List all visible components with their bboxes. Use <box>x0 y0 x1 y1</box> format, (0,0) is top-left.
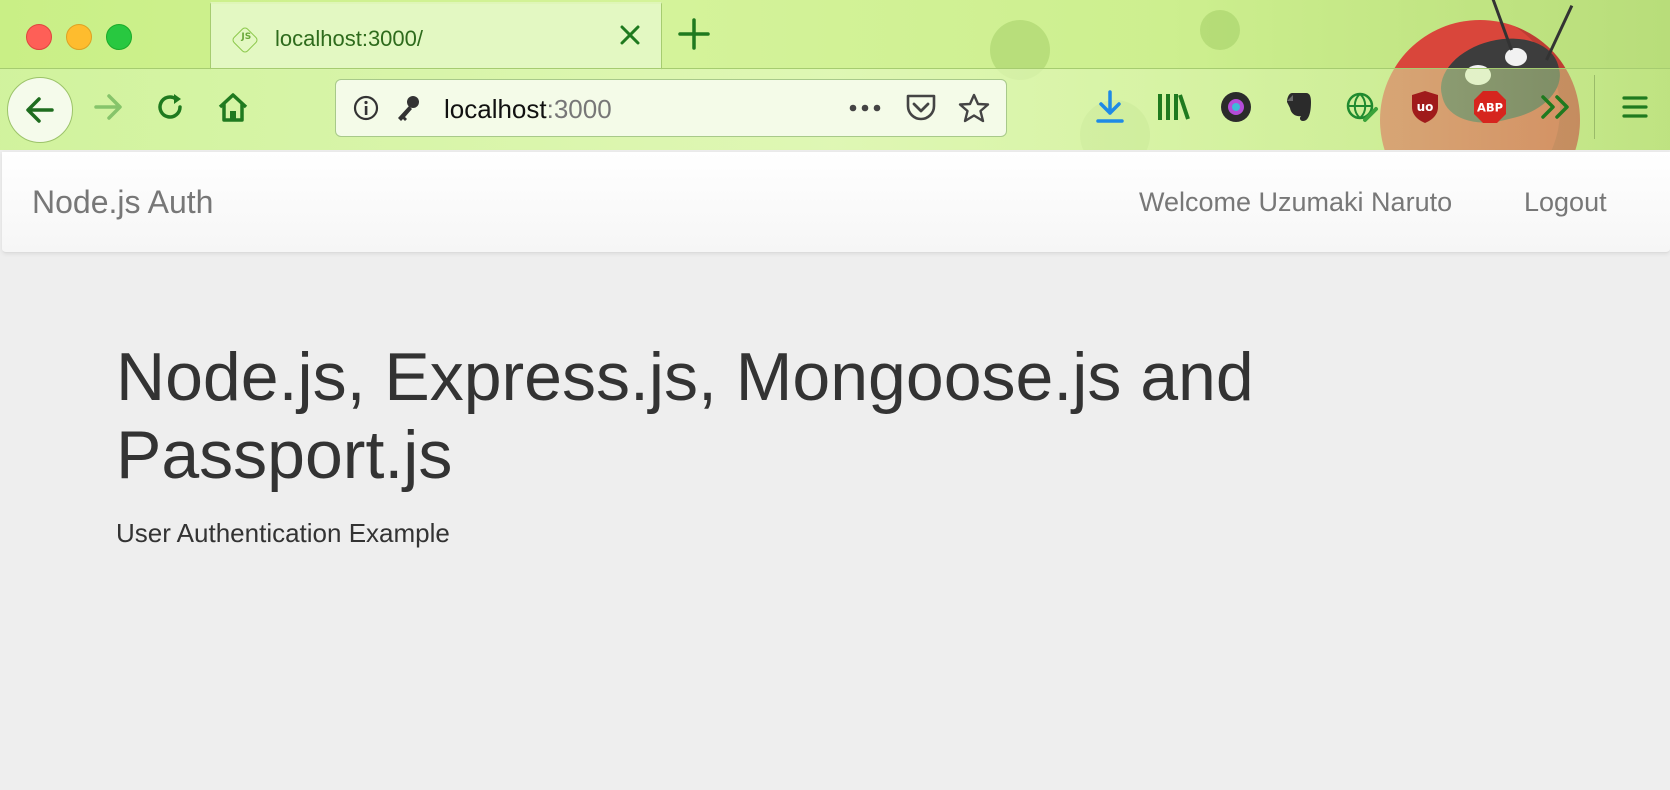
reload-button[interactable] <box>150 87 190 127</box>
hero-subtitle: User Authentication Example <box>116 518 450 548</box>
url-bar[interactable]: localhost:3000 <box>335 79 1007 137</box>
window-close-button[interactable] <box>26 24 52 50</box>
more-icon[interactable] <box>848 98 882 118</box>
ublock-icon: uo <box>1412 91 1438 123</box>
tab-title: localhost:3000/ <box>275 26 423 51</box>
url-host: localhost <box>444 94 547 124</box>
browser-toolbar: localhost:3000 uo ABP <box>0 68 1670 150</box>
library-button[interactable] <box>1153 87 1193 127</box>
brand-link[interactable]: Node.js Auth <box>32 184 213 221</box>
back-button[interactable] <box>7 77 73 143</box>
menu-icon <box>1622 96 1648 118</box>
library-icon <box>1158 94 1190 120</box>
url-port: :3000 <box>546 94 612 124</box>
nodejs-favicon-icon: JS <box>230 25 260 55</box>
abp-icon: ABP <box>1474 91 1506 123</box>
forward-button[interactable] <box>88 87 128 127</box>
download-icon <box>1096 90 1124 123</box>
overflow-button[interactable] <box>1536 87 1576 127</box>
window-maximize-button[interactable] <box>106 24 132 50</box>
camera-extension-button[interactable] <box>1216 87 1256 127</box>
globe-extension-button[interactable] <box>1342 87 1382 127</box>
back-icon <box>26 97 54 123</box>
new-tab-icon[interactable] <box>676 16 712 52</box>
overflow-chevron-icon <box>1541 95 1569 119</box>
abp-label: ABP <box>1477 101 1503 115</box>
app-navbar: Node.js Auth Welcome Uzumaki Naruto Logo… <box>2 152 1670 253</box>
home-button[interactable] <box>213 87 253 127</box>
evernote-icon <box>1287 93 1311 121</box>
home-icon <box>218 93 248 122</box>
abp-button[interactable]: ABP <box>1470 87 1510 127</box>
window-minimize-button[interactable] <box>66 24 92 50</box>
evernote-button[interactable] <box>1279 87 1319 127</box>
bookmark-star-icon[interactable] <box>958 92 990 124</box>
key-icon[interactable] <box>392 92 424 124</box>
info-icon[interactable] <box>352 94 380 122</box>
globe-extension-icon <box>1346 92 1378 122</box>
svg-text:uo: uo <box>1417 100 1434 114</box>
downloads-button[interactable] <box>1090 87 1130 127</box>
reload-icon <box>158 94 182 119</box>
forward-icon <box>94 94 122 120</box>
tab-strip: JS localhost:3000/ <box>0 0 1670 70</box>
tab-localhost[interactable]: JS localhost:3000/ <box>210 2 662 70</box>
menu-button[interactable] <box>1615 87 1655 127</box>
url-text[interactable]: localhost:3000 <box>444 94 612 125</box>
ublock-button[interactable]: uo <box>1405 87 1445 127</box>
logout-link[interactable]: Logout <box>1524 187 1607 218</box>
toolbar-divider <box>1594 75 1595 139</box>
welcome-user-link[interactable]: Welcome Uzumaki Naruto <box>1139 187 1452 218</box>
camera-extension-icon <box>1221 92 1251 122</box>
pocket-icon[interactable] <box>904 92 938 124</box>
tab-close-icon[interactable] <box>613 18 647 52</box>
browser-chrome: JS localhost:3000/ localhost:3000 uo ABP <box>0 0 1670 150</box>
hero-title: Node.js, Express.js, Mongoose.js and Pas… <box>116 339 1254 493</box>
